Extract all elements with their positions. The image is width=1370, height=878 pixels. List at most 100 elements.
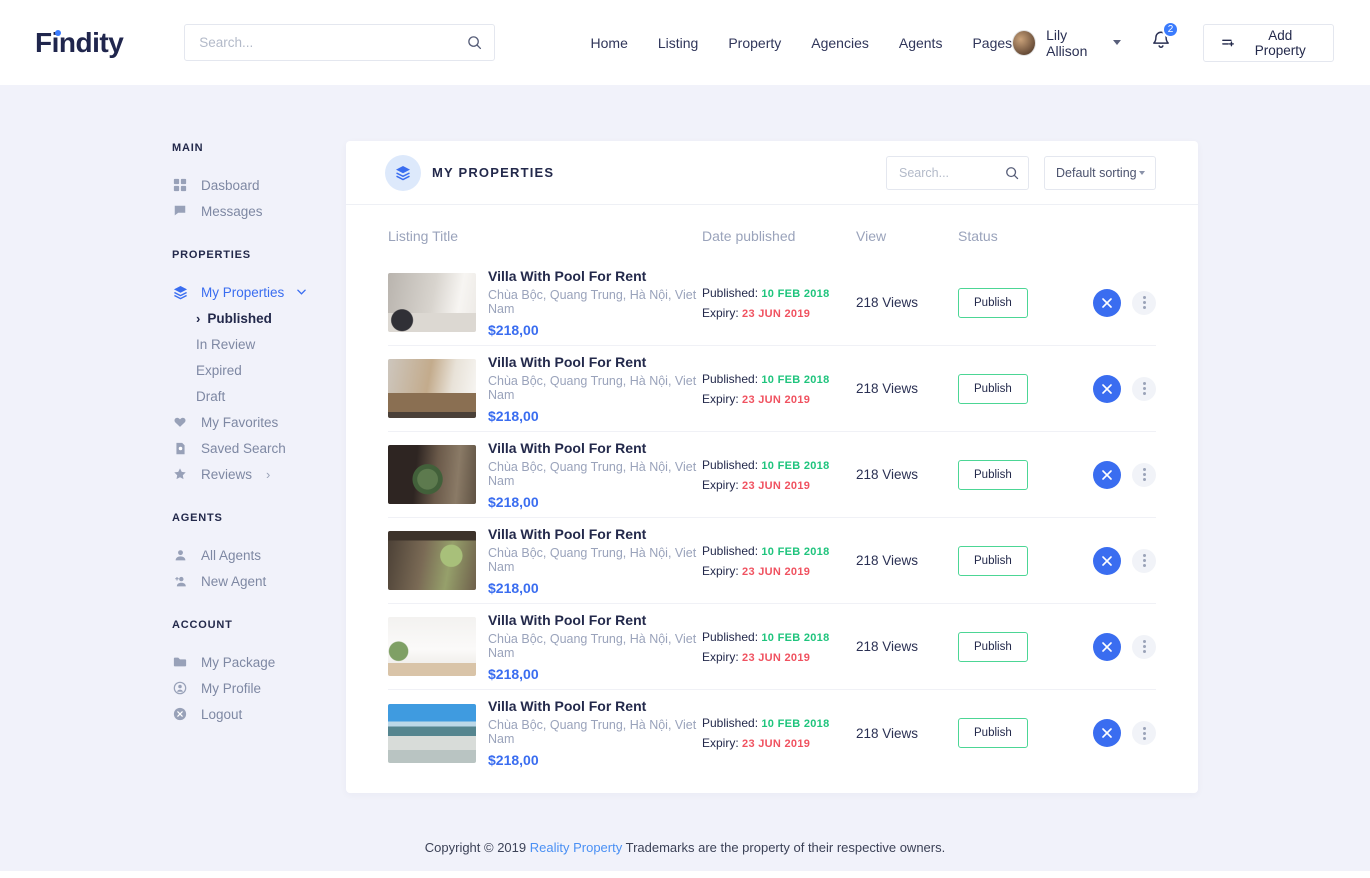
property-photo[interactable] [388, 445, 476, 504]
notifications-button[interactable]: 2 [1151, 30, 1171, 55]
copyright-prefix: Copyright © 2019 [425, 840, 526, 855]
sort-selected-value: Default sorting [1056, 166, 1139, 180]
table-header-row: Listing Title Date published View Status [388, 205, 1156, 260]
column-date-published: Date published [702, 228, 856, 244]
property-address: Chùa Bộc, Quang Trung, Hà Nội, Viet Nam [488, 632, 702, 660]
sidebar-item-my-profile[interactable]: My Profile [172, 675, 346, 701]
sidebar-heading-main: MAIN [172, 142, 346, 158]
sidebar-item-reviews[interactable]: Reviews › [172, 461, 346, 487]
property-photo[interactable] [388, 359, 476, 418]
nav-agencies[interactable]: Agencies [811, 35, 869, 51]
global-search-input[interactable] [184, 24, 494, 61]
property-title[interactable]: Villa With Pool For Rent [488, 440, 702, 456]
sidebar-heading-properties: PROPERTIES [172, 249, 346, 265]
person-icon [172, 549, 188, 562]
remove-button[interactable] [1093, 289, 1121, 317]
property-price: $218,00 [488, 494, 702, 510]
table-row: Villa With Pool For Rent Chùa Bộc, Quang… [388, 432, 1156, 518]
nav-home[interactable]: Home [591, 35, 628, 51]
panel-search [886, 156, 1029, 190]
nav-listing[interactable]: Listing [658, 35, 698, 51]
property-photo[interactable] [388, 531, 476, 590]
property-title[interactable]: Villa With Pool For Rent [488, 354, 702, 370]
sidebar-item-my-properties[interactable]: My Properties [172, 279, 346, 305]
more-options-button[interactable] [1132, 549, 1156, 573]
sidebar-item-saved-search[interactable]: Saved Search [172, 435, 346, 461]
expiry-label: Expiry: [702, 736, 739, 750]
sidebar: MAIN Dasboard Messages PROPERTIES My Pro… [172, 141, 346, 752]
sidebar-subitem-published[interactable]: › Published [172, 305, 346, 331]
views-count: 218 Views [856, 639, 958, 654]
table-row: Villa With Pool For Rent Chùa Bộc, Quang… [388, 690, 1156, 776]
property-title[interactable]: Villa With Pool For Rent [488, 698, 702, 714]
sidebar-item-my-favorites[interactable]: My Favorites [172, 409, 346, 435]
column-status: Status [958, 228, 1090, 244]
person-circle-icon [172, 681, 188, 695]
views-count: 218 Views [856, 467, 958, 482]
nav-pages[interactable]: Pages [972, 35, 1012, 51]
folder-icon [172, 655, 188, 669]
sidebar-label-new-agent: New Agent [201, 574, 266, 589]
publish-button[interactable]: Publish [958, 460, 1028, 490]
more-options-button[interactable] [1132, 377, 1156, 401]
nav-property[interactable]: Property [728, 35, 781, 51]
sidebar-item-dashboard[interactable]: Dasboard [172, 172, 346, 198]
user-name[interactable]: Lily Allison [1046, 27, 1106, 59]
document-icon [172, 442, 188, 455]
expiry-date: 23 JUN 2019 [742, 394, 810, 406]
sidebar-item-messages[interactable]: Messages [172, 198, 346, 224]
user-avatar[interactable] [1012, 30, 1036, 56]
sidebar-subitem-in-review[interactable]: In Review [172, 331, 346, 357]
bottom-strip [0, 871, 1370, 878]
publish-button[interactable]: Publish [958, 718, 1028, 748]
published-label: Published: [702, 372, 758, 386]
sidebar-item-my-package[interactable]: My Package [172, 649, 346, 675]
sidebar-subitem-expired[interactable]: Expired [172, 357, 346, 383]
publish-button[interactable]: Publish [958, 632, 1028, 662]
remove-button[interactable] [1093, 633, 1121, 661]
sidebar-label-dashboard: Dasboard [201, 178, 260, 193]
sidebar-item-new-agent[interactable]: New Agent [172, 568, 346, 594]
publish-button[interactable]: Publish [958, 546, 1028, 576]
property-photo[interactable] [388, 704, 476, 763]
property-photo[interactable] [388, 617, 476, 676]
more-options-button[interactable] [1132, 463, 1156, 487]
remove-button[interactable] [1093, 375, 1121, 403]
property-title[interactable]: Villa With Pool For Rent [488, 612, 702, 628]
close-icon [1102, 470, 1112, 480]
add-property-button[interactable]: Add Property [1203, 24, 1334, 62]
publish-button[interactable]: Publish [958, 374, 1028, 404]
property-photo[interactable] [388, 273, 476, 332]
property-price: $218,00 [488, 752, 702, 768]
sidebar-label-reviews: Reviews [201, 467, 252, 482]
more-options-button[interactable] [1132, 721, 1156, 745]
chevron-down-icon[interactable] [1113, 40, 1121, 45]
sidebar-item-logout[interactable]: Logout [172, 701, 346, 727]
published-date: 10 FEB 2018 [761, 288, 829, 300]
reality-property-link[interactable]: Reality Property [530, 840, 622, 855]
more-options-button[interactable] [1132, 635, 1156, 659]
publish-button[interactable]: Publish [958, 288, 1028, 318]
topbar-right: Lily Allison 2 Add Property [1012, 24, 1334, 62]
search-icon[interactable] [1005, 166, 1019, 185]
nav-agents[interactable]: Agents [899, 35, 943, 51]
sidebar-label-logout: Logout [201, 707, 242, 722]
expiry-date: 23 JUN 2019 [742, 480, 810, 492]
sidebar-heading-account: ACCOUNT [172, 619, 346, 635]
layers-icon [172, 285, 188, 300]
published-label: Published: [702, 458, 758, 472]
published-label: Published: [702, 544, 758, 558]
app-logo[interactable]: Findity [35, 27, 123, 59]
remove-button[interactable] [1093, 461, 1121, 489]
sidebar-subitem-draft[interactable]: Draft [172, 383, 346, 409]
property-address: Chùa Bộc, Quang Trung, Hà Nội, Viet Nam [488, 374, 702, 402]
sidebar-item-all-agents[interactable]: All Agents [172, 542, 346, 568]
property-title[interactable]: Villa With Pool For Rent [488, 268, 702, 284]
remove-button[interactable] [1093, 719, 1121, 747]
remove-button[interactable] [1093, 547, 1121, 575]
property-title[interactable]: Villa With Pool For Rent [488, 526, 702, 542]
sort-select[interactable]: Default sorting [1044, 156, 1156, 190]
expiry-date: 23 JUN 2019 [742, 738, 810, 750]
more-options-button[interactable] [1132, 291, 1156, 315]
search-icon[interactable] [467, 35, 482, 55]
